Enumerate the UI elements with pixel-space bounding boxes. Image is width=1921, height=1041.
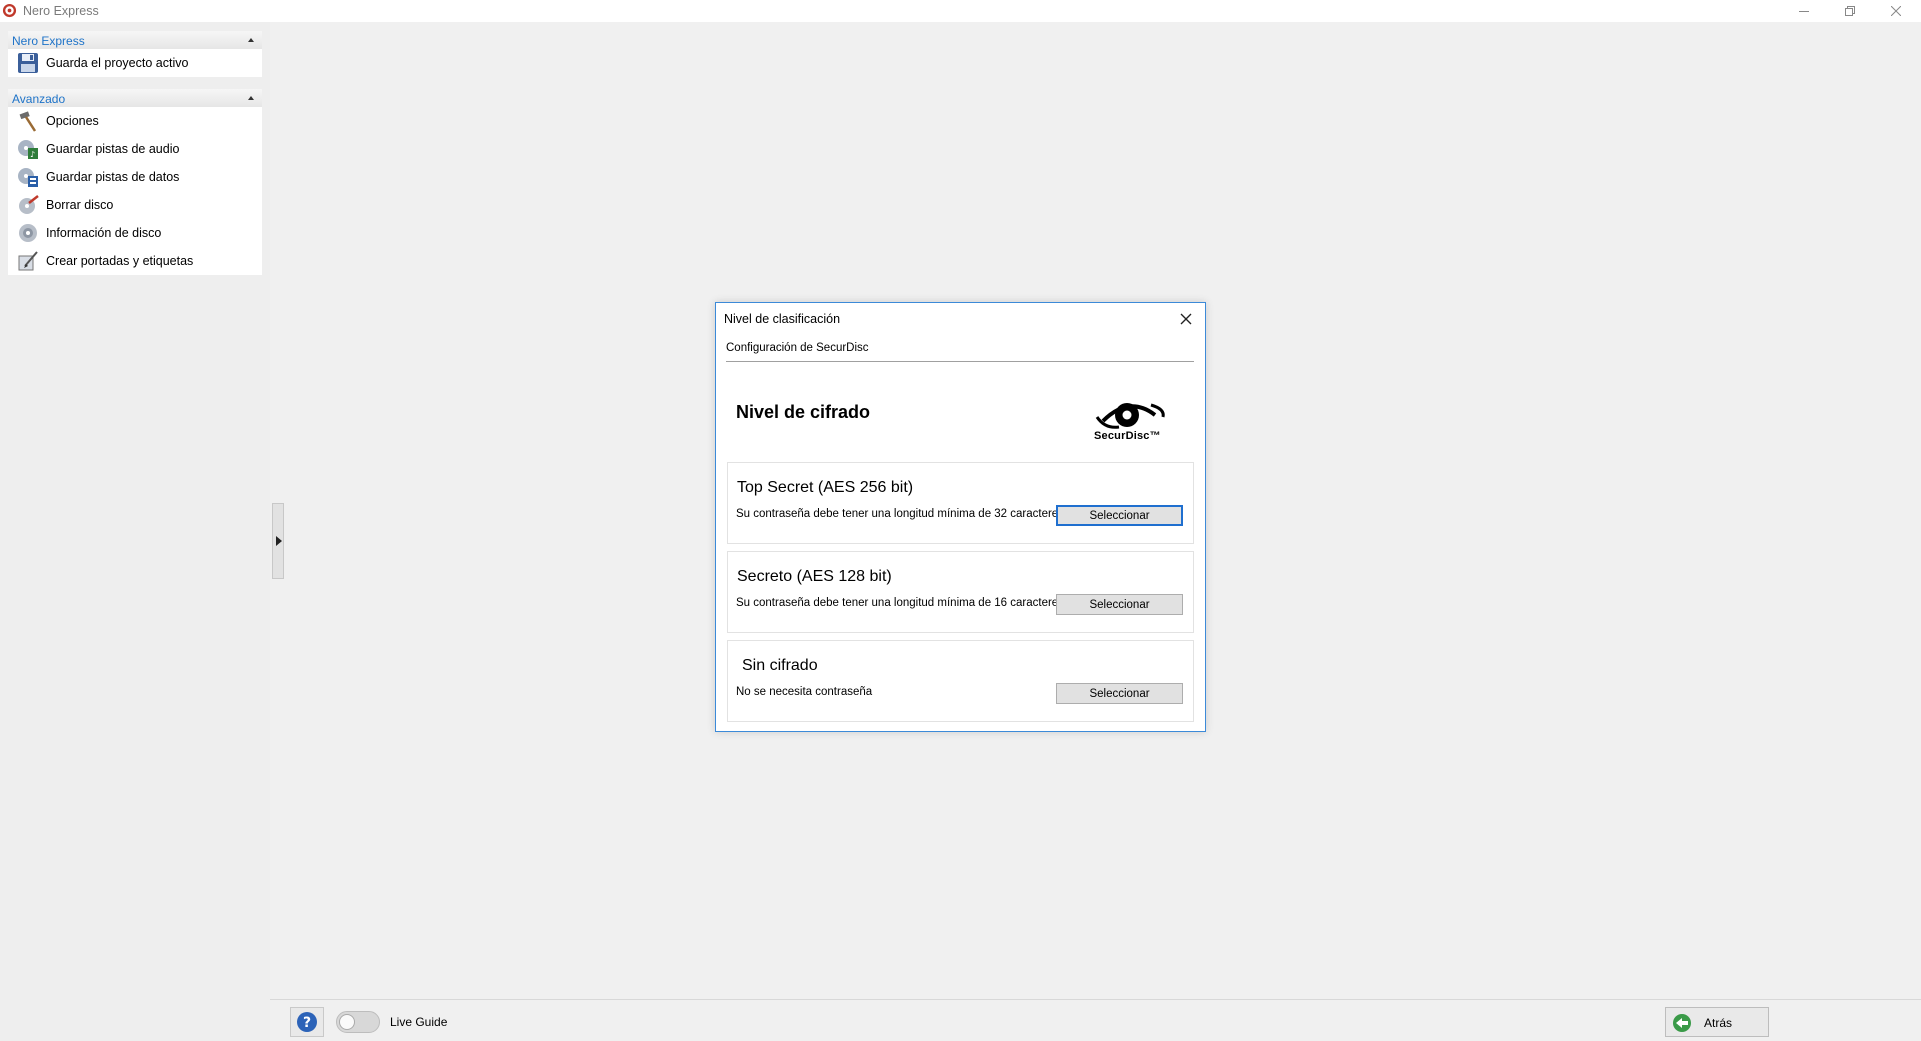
back-button[interactable]: Atrás — [1665, 1007, 1769, 1037]
task-pane: Nero Express Guarda el proyecto activo A… — [0, 22, 270, 1041]
section-divider — [726, 361, 1194, 362]
task-label: Borrar disco — [46, 198, 114, 212]
panel-nero-express: Nero Express Guarda el proyecto activo — [8, 31, 262, 77]
task-opciones[interactable]: Opciones — [8, 107, 262, 135]
close-window-button[interactable] — [1873, 0, 1919, 22]
panel-header-avanzado[interactable]: Avanzado — [8, 89, 262, 107]
title-bar: Nero Express — [0, 0, 1921, 22]
minimize-icon — [1799, 11, 1809, 12]
task-label: Información de disco — [46, 226, 162, 240]
live-guide-toggle[interactable] — [336, 1011, 380, 1033]
panel-header-nero-express[interactable]: Nero Express — [8, 31, 262, 49]
dialog-heading: Nivel de cifrado — [736, 402, 871, 422]
minimize-button[interactable] — [1781, 0, 1827, 22]
dialog-title: Nivel de clasificación — [724, 312, 841, 326]
option-no-encryption: Sin cifrado No se necesita contraseña Se… — [727, 640, 1194, 722]
dialog-section-label: Configuración de SecurDisc — [726, 342, 869, 354]
select-top-secret-button[interactable]: Seleccionar — [1056, 505, 1183, 526]
option-description: Su contraseña debe tener una longitud mí… — [736, 508, 1068, 520]
task-label: Guardar pistas de audio — [46, 142, 180, 156]
save-audio-tracks-icon: ♪ — [16, 137, 40, 161]
bottom-bar: ? Live Guide Atrás — [270, 999, 1921, 1041]
back-button-label: Atrás — [1704, 1016, 1733, 1030]
task-create-covers[interactable]: Crear portadas y etiquetas — [8, 247, 262, 275]
help-icon: ? — [297, 1012, 317, 1032]
close-icon — [1180, 313, 1192, 325]
svg-text:♪: ♪ — [30, 150, 35, 159]
classification-dialog: Nivel de clasificación Configuración de … — [715, 302, 1206, 732]
panel-title: Avanzado — [12, 92, 66, 106]
restore-icon — [1845, 6, 1855, 16]
expand-arrow-icon — [276, 536, 282, 546]
panel-title: Nero Express — [12, 34, 85, 48]
option-title: Top Secret (AES 256 bit) — [737, 479, 914, 496]
task-label: Guarda el proyecto activo — [46, 56, 189, 70]
option-title: Sin cifrado — [742, 657, 818, 674]
select-secret-button[interactable]: Seleccionar — [1056, 594, 1183, 615]
task-save-audio-tracks[interactable]: ♪ Guardar pistas de audio — [8, 135, 262, 163]
window-title: Nero Express — [23, 4, 99, 18]
collapse-arrow-icon[interactable] — [246, 35, 256, 45]
cover-label-icon — [16, 249, 40, 273]
live-guide-label: Live Guide — [390, 1015, 448, 1029]
option-description: No se necesita contraseña — [736, 686, 873, 698]
save-disk-icon — [16, 51, 40, 75]
back-arrow-icon — [1673, 1014, 1691, 1032]
securdisc-logo-text: SecurDisc™ — [1094, 430, 1161, 442]
expand-pane-handle[interactable] — [272, 503, 284, 579]
save-data-tracks-icon — [16, 165, 40, 189]
option-title: Secreto (AES 128 bit) — [737, 568, 892, 585]
task-disc-info[interactable]: Información de disco — [8, 219, 262, 247]
option-description: Su contraseña debe tener una longitud mí… — [736, 597, 1068, 609]
dialog-close-button[interactable] — [1176, 309, 1196, 329]
task-erase-disc[interactable]: Borrar disco — [8, 191, 262, 219]
panel-avanzado: Avanzado Opciones ♪ Guardar pistas de au… — [8, 89, 262, 275]
help-button[interactable]: ? — [290, 1007, 324, 1037]
option-secret: Secreto (AES 128 bit) Su contraseña debe… — [727, 551, 1194, 633]
task-label: Opciones — [46, 114, 99, 128]
task-label: Guardar pistas de datos — [46, 170, 180, 184]
select-no-encryption-button[interactable]: Seleccionar — [1056, 683, 1183, 704]
task-label: Crear portadas y etiquetas — [46, 254, 194, 268]
task-save-project[interactable]: Guarda el proyecto activo — [8, 49, 262, 77]
disc-info-icon — [16, 221, 40, 245]
restore-button[interactable] — [1827, 0, 1873, 22]
option-top-secret: Top Secret (AES 256 bit) Su contraseña d… — [727, 462, 1194, 544]
erase-disc-icon — [16, 193, 40, 217]
close-icon — [1891, 6, 1901, 16]
toggle-knob — [339, 1014, 355, 1030]
hammer-icon — [16, 109, 40, 133]
collapse-arrow-icon[interactable] — [246, 93, 256, 103]
svg-text:?: ? — [303, 1015, 311, 1031]
task-save-data-tracks[interactable]: Guardar pistas de datos — [8, 163, 262, 191]
nero-app-icon — [2, 3, 17, 18]
